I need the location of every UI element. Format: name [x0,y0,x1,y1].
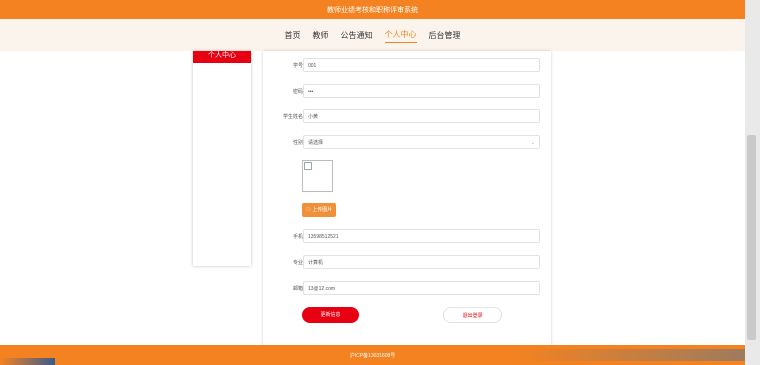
app-title: 教师业绩考核和职称评审系统 [327,6,418,14]
field-email: 邮箱 13@12.com [263,281,551,297]
main-nav: 首页 教师 公告通知 个人中心 后台管理 [0,19,745,51]
password-label: 密码 [292,89,303,95]
scrollbar-thumb[interactable] [747,135,756,340]
gender-select-value: 请选择 [308,140,324,146]
update-info-button[interactable]: 更新信息 [302,307,359,323]
phone-input[interactable]: 13598512521 [303,229,540,243]
student-id-label: 学号 [292,63,303,69]
logout-button[interactable]: 退出登录 [443,307,502,323]
gender-select[interactable]: 请选择 ⌄ [303,135,540,149]
major-input[interactable]: 计算机 [303,255,540,269]
student-name-label: 学生姓名 [282,114,303,120]
broken-image-icon [304,162,312,170]
nav-announcements[interactable]: 公告通知 [341,28,373,43]
field-phone: 手机 13598512521 [263,229,551,245]
nav-home[interactable]: 首页 [285,28,301,43]
upload-image-button[interactable]: ☁ 上传图片 [302,203,336,217]
email-input[interactable]: 13@12.com [303,281,540,295]
field-student-id: 学号 001 [263,58,551,74]
password-input[interactable]: ••• [303,84,540,98]
phone-label: 手机 [292,234,303,240]
nav-personal-center[interactable]: 个人中心 [384,27,417,43]
nav-admin[interactable]: 后台管理 [429,28,461,43]
chevron-down-icon: ⌄ [530,140,535,146]
gender-label: 性别 [292,140,303,146]
student-id-input[interactable]: 001 [303,58,540,72]
top-banner: 教师业绩考核和职称评审系统 [0,0,745,19]
sidebar-card: 个人中心 [193,51,251,266]
major-label: 专业 [292,260,303,266]
profile-form: 学号 001 密码 ••• 学生姓名 小黄 性别 请选择 ⌄ 手机 135985… [263,51,551,345]
footer-overlay [510,349,745,361]
sidebar-item-personal-center[interactable]: 个人中心 [193,51,251,63]
student-name-input[interactable]: 小黄 [303,109,540,123]
nav-teachers[interactable]: 教师 [313,28,329,43]
field-major: 专业 计算机 [263,255,551,271]
upload-label: 上传图片 [312,207,333,213]
footer-icp: 沪ICP备13031608号 [349,352,396,359]
field-student-name: 学生姓名 小黄 [263,109,551,125]
field-password: 密码 ••• [263,84,551,100]
email-label: 邮箱 [292,286,303,292]
footer-decoration [0,358,55,365]
field-gender: 性别 请选择 ⌄ [263,135,551,151]
avatar-image-placeholder [302,160,333,192]
cloud-upload-icon: ☁ [305,207,311,213]
